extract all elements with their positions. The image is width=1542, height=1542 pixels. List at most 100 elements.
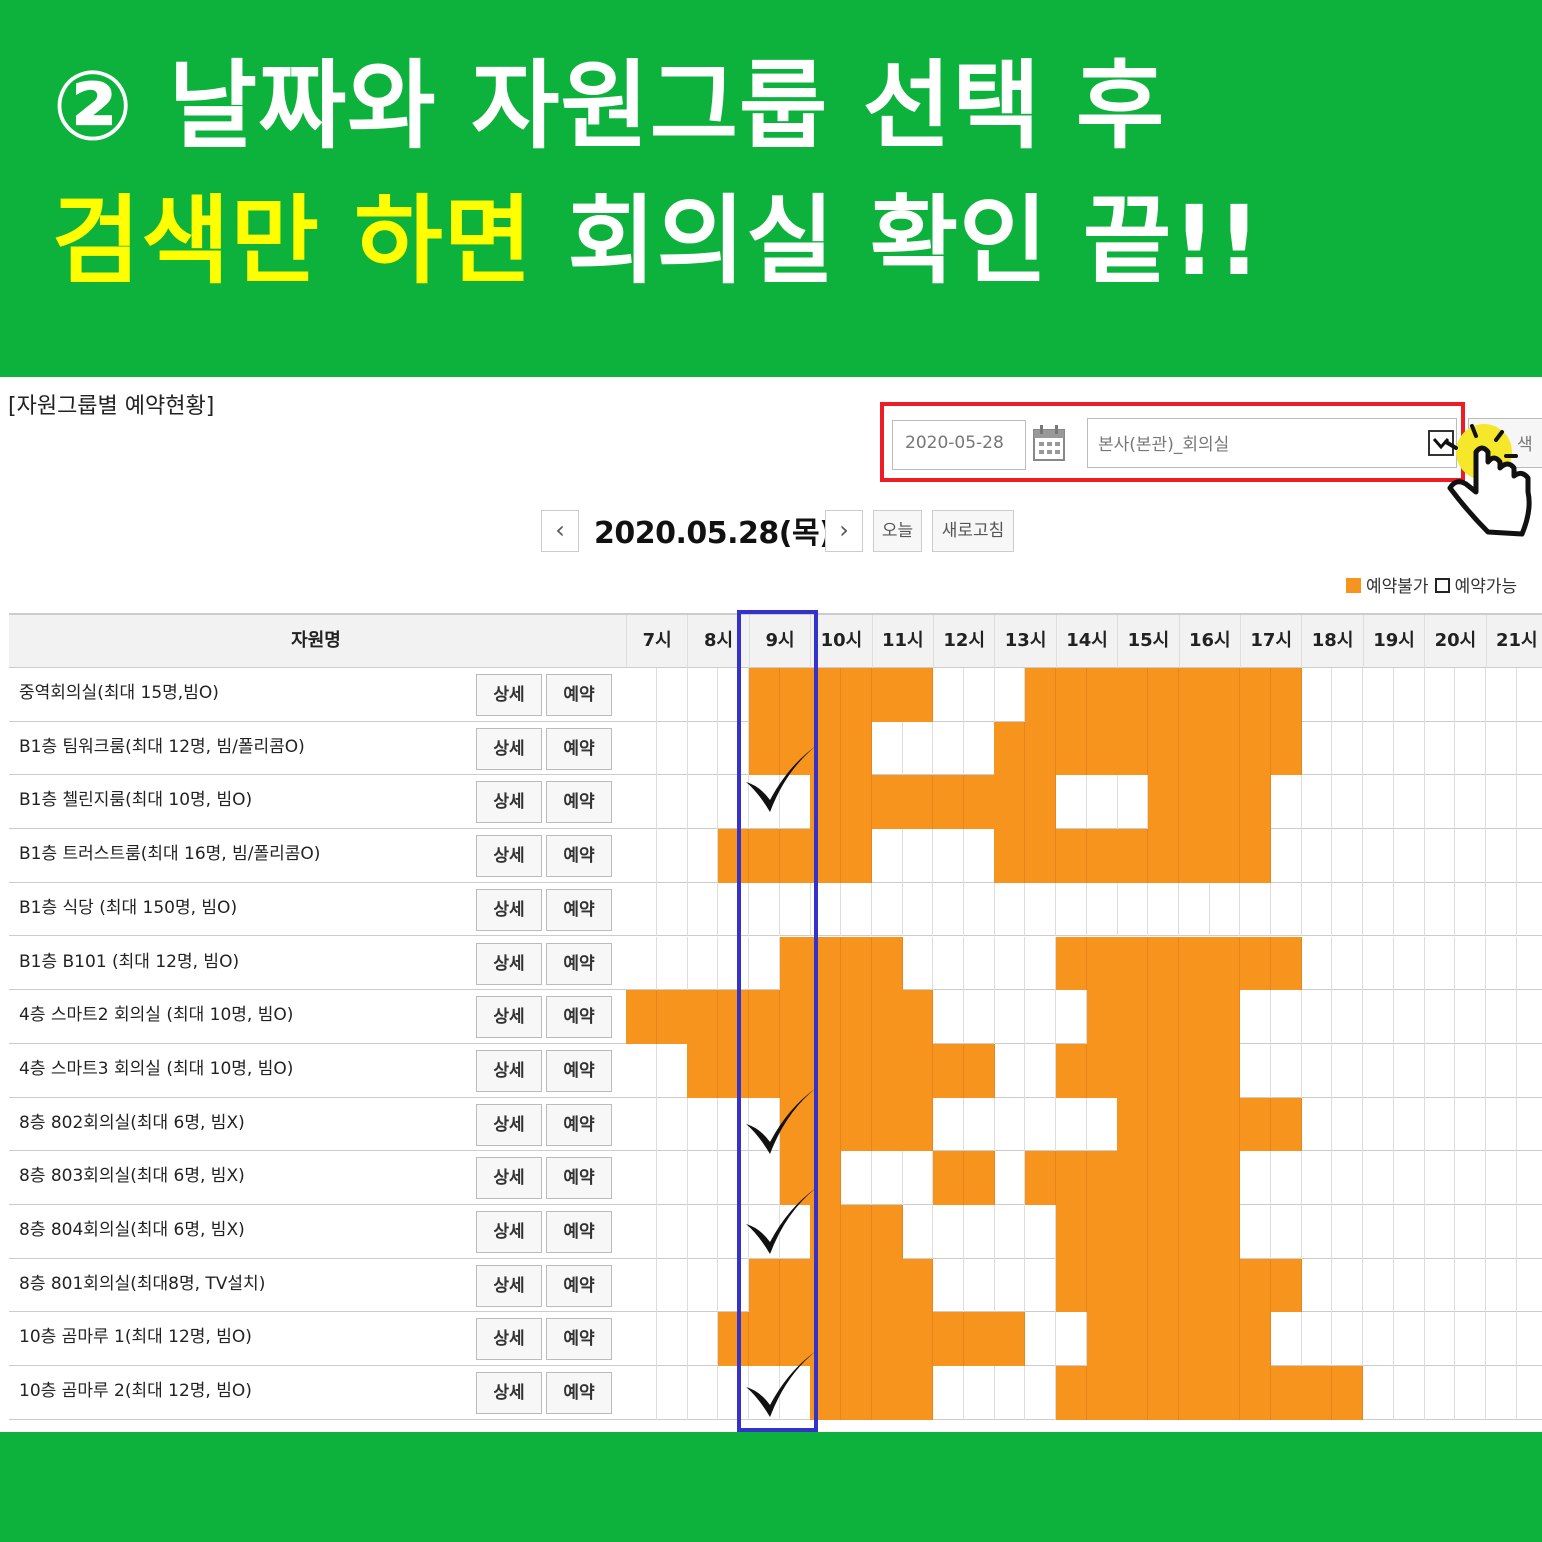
free-slot[interactable] bbox=[1424, 1151, 1456, 1205]
free-slot[interactable] bbox=[1394, 1151, 1425, 1205]
free-slot[interactable] bbox=[1117, 882, 1149, 937]
free-slot[interactable] bbox=[1240, 1205, 1271, 1259]
free-slot[interactable] bbox=[1025, 882, 1057, 937]
free-slot[interactable] bbox=[1455, 990, 1486, 1044]
busy-slot[interactable] bbox=[1147, 775, 1179, 830]
busy-slot[interactable] bbox=[1086, 1151, 1118, 1205]
free-slot[interactable] bbox=[626, 1097, 657, 1152]
busy-slot[interactable] bbox=[840, 721, 872, 776]
detail-button[interactable]: 상세 bbox=[476, 1157, 542, 1200]
free-slot[interactable] bbox=[994, 990, 1026, 1044]
free-slot[interactable] bbox=[687, 1258, 719, 1313]
busy-slot[interactable] bbox=[963, 1151, 995, 1205]
free-slot[interactable] bbox=[657, 775, 688, 830]
busy-slot[interactable] bbox=[963, 1312, 995, 1367]
busy-slot[interactable] bbox=[840, 936, 872, 991]
free-slot[interactable] bbox=[1301, 1043, 1333, 1098]
free-slot[interactable] bbox=[1209, 882, 1241, 937]
free-slot[interactable] bbox=[994, 882, 1026, 937]
free-slot[interactable] bbox=[1516, 1205, 1542, 1259]
free-slot[interactable] bbox=[1301, 775, 1333, 830]
busy-slot[interactable] bbox=[1086, 936, 1118, 991]
reserve-button[interactable]: 예약 bbox=[546, 727, 612, 770]
busy-slot[interactable] bbox=[1270, 1097, 1302, 1152]
busy-slot[interactable] bbox=[871, 1258, 903, 1313]
busy-slot[interactable] bbox=[1055, 1205, 1087, 1259]
free-slot[interactable] bbox=[657, 1366, 688, 1420]
busy-slot[interactable] bbox=[902, 668, 934, 722]
free-slot[interactable] bbox=[1025, 1366, 1057, 1420]
free-slot[interactable] bbox=[1332, 668, 1364, 722]
detail-button[interactable]: 상세 bbox=[476, 1103, 542, 1146]
free-slot[interactable] bbox=[1455, 1312, 1486, 1367]
busy-slot[interactable] bbox=[840, 1205, 872, 1259]
free-slot[interactable] bbox=[1056, 1312, 1087, 1367]
free-slot[interactable] bbox=[1271, 829, 1302, 883]
free-slot[interactable] bbox=[657, 882, 688, 937]
busy-slot[interactable] bbox=[1086, 721, 1118, 776]
busy-slot[interactable] bbox=[1270, 936, 1302, 991]
busy-slot[interactable] bbox=[1270, 1366, 1302, 1420]
free-slot[interactable] bbox=[1516, 1098, 1542, 1152]
free-slot[interactable] bbox=[1363, 1043, 1394, 1098]
busy-slot[interactable] bbox=[963, 775, 995, 830]
free-slot[interactable] bbox=[1394, 990, 1425, 1044]
busy-slot[interactable] bbox=[963, 1043, 995, 1098]
busy-slot[interactable] bbox=[902, 1312, 934, 1367]
busy-slot[interactable] bbox=[1178, 1366, 1210, 1420]
free-slot[interactable] bbox=[1056, 775, 1087, 830]
free-slot[interactable] bbox=[1363, 1258, 1394, 1313]
busy-slot[interactable] bbox=[840, 1258, 872, 1313]
busy-slot[interactable] bbox=[871, 990, 903, 1044]
free-slot[interactable] bbox=[1025, 1097, 1057, 1152]
busy-slot[interactable] bbox=[1270, 721, 1302, 776]
free-slot[interactable] bbox=[1424, 1097, 1456, 1152]
busy-slot[interactable] bbox=[687, 1043, 719, 1098]
busy-slot[interactable] bbox=[1086, 1366, 1118, 1420]
busy-slot[interactable] bbox=[871, 1366, 903, 1420]
free-slot[interactable] bbox=[964, 1205, 995, 1259]
busy-slot[interactable] bbox=[1086, 829, 1118, 883]
free-slot[interactable] bbox=[687, 829, 719, 883]
free-slot[interactable] bbox=[1363, 990, 1394, 1044]
busy-slot[interactable] bbox=[840, 829, 872, 883]
free-slot[interactable] bbox=[1394, 775, 1425, 830]
free-slot[interactable] bbox=[657, 721, 688, 776]
busy-slot[interactable] bbox=[1025, 775, 1057, 830]
busy-slot[interactable] bbox=[1055, 1258, 1087, 1313]
busy-slot[interactable] bbox=[1178, 775, 1210, 830]
free-slot[interactable] bbox=[626, 721, 657, 776]
free-slot[interactable] bbox=[964, 1097, 995, 1152]
free-slot[interactable] bbox=[1240, 882, 1271, 937]
free-slot[interactable] bbox=[1332, 1312, 1364, 1367]
free-slot[interactable] bbox=[1486, 882, 1517, 937]
busy-slot[interactable] bbox=[840, 1366, 872, 1420]
busy-slot[interactable] bbox=[871, 668, 903, 722]
free-slot[interactable] bbox=[1179, 882, 1210, 937]
free-slot[interactable] bbox=[1424, 990, 1456, 1044]
free-slot[interactable] bbox=[687, 1366, 719, 1420]
busy-slot[interactable] bbox=[1025, 721, 1057, 776]
free-slot[interactable] bbox=[1363, 775, 1394, 830]
free-slot[interactable] bbox=[933, 1205, 964, 1259]
free-slot[interactable] bbox=[1271, 1151, 1302, 1205]
busy-slot[interactable] bbox=[626, 990, 657, 1044]
busy-slot[interactable] bbox=[1086, 1312, 1118, 1367]
free-slot[interactable] bbox=[964, 882, 995, 937]
busy-slot[interactable] bbox=[1240, 1097, 1271, 1152]
free-slot[interactable] bbox=[1240, 1043, 1271, 1098]
free-slot[interactable] bbox=[964, 1258, 995, 1313]
busy-slot[interactable] bbox=[1209, 1043, 1241, 1098]
busy-slot[interactable] bbox=[1209, 990, 1241, 1044]
today-button[interactable]: 오늘 bbox=[873, 510, 922, 552]
busy-slot[interactable] bbox=[1209, 721, 1241, 776]
free-slot[interactable] bbox=[687, 1097, 719, 1152]
date-input[interactable]: 2020-05-28 bbox=[892, 420, 1026, 470]
calendar-icon[interactable] bbox=[1032, 424, 1066, 462]
free-slot[interactable] bbox=[1424, 1205, 1456, 1259]
busy-slot[interactable] bbox=[840, 990, 872, 1044]
free-slot[interactable] bbox=[994, 1205, 1026, 1259]
busy-slot[interactable] bbox=[1147, 936, 1179, 991]
free-slot[interactable] bbox=[1424, 668, 1456, 722]
free-slot[interactable] bbox=[902, 829, 934, 883]
